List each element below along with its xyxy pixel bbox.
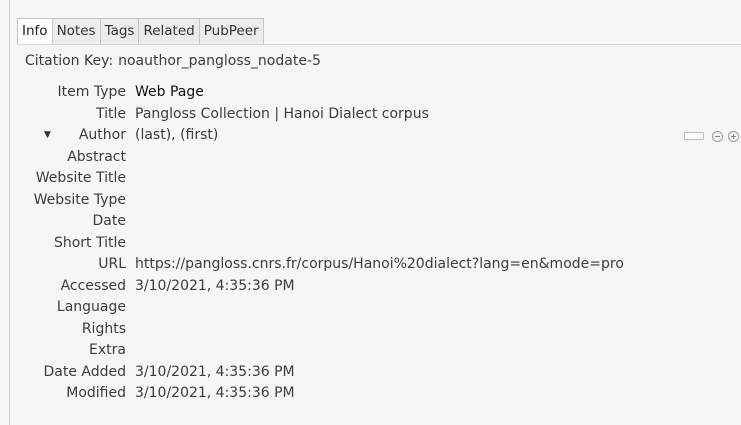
tab-tags[interactable]: Tags	[100, 19, 140, 45]
field-label-rights: Rights	[81, 320, 126, 337]
field-row-modified: Modified 3/10/2021, 4:35:36 PM	[0, 383, 741, 405]
field-label-item-type: Item Type	[57, 84, 126, 100]
field-label-language: Language	[56, 299, 126, 315]
creator-type-chevron-icon[interactable]: ▼	[44, 125, 51, 147]
accessed-field[interactable]: 3/10/2021, 4:35:36 PM	[135, 276, 295, 298]
field-row-website-title: Website Title	[0, 168, 741, 190]
item-pane: Info Notes Tags Related PubPeer Citation…	[0, 0, 741, 425]
switch-icon[interactable]	[684, 132, 704, 140]
item-tabs: Info Notes Tags Related PubPeer	[17, 18, 264, 45]
field-label-title: Title	[95, 105, 126, 122]
field-label-accessed: Accessed	[60, 277, 126, 294]
minus-circle-icon[interactable]	[712, 130, 723, 142]
field-label-short-title: Short Title	[53, 234, 126, 251]
field-row-url: URL https://pangloss.cnrs.fr/corpus/Hano…	[0, 254, 741, 276]
field-row-extra: Extra	[0, 340, 741, 362]
date-added-value: 3/10/2021, 4:35:36 PM	[135, 363, 295, 380]
field-row-date: Date	[0, 211, 741, 233]
field-label-abstract: Abstract	[67, 148, 126, 165]
field-row-author: ▼ Author (last), (first)	[0, 125, 741, 147]
item-type-select[interactable]: Web Page	[135, 82, 204, 104]
field-label-url[interactable]: URL	[98, 254, 126, 276]
tab-info[interactable]: Info	[18, 19, 53, 45]
citation-key-label: Citation Key:	[25, 53, 114, 69]
field-row-date-added: Date Added 3/10/2021, 4:35:36 PM	[0, 362, 741, 384]
citation-key-row: Citation Key: noauthor_pangloss_nodate-5	[25, 51, 321, 71]
field-label-website-type: Website Type	[33, 191, 126, 208]
field-label-website-title: Website Title	[35, 170, 126, 186]
tab-divider	[17, 44, 741, 45]
field-label-date-added: Date Added	[43, 363, 126, 380]
tab-pubpeer[interactable]: PubPeer	[199, 19, 263, 45]
tab-related[interactable]: Related	[139, 19, 200, 45]
url-field[interactable]: https://pangloss.cnrs.fr/corpus/Hanoi%20…	[135, 254, 624, 276]
author-name-field[interactable]: (last), (first)	[135, 125, 218, 147]
field-label-extra: Extra	[89, 342, 126, 358]
field-row-accessed: Accessed 3/10/2021, 4:35:36 PM	[0, 276, 741, 298]
tab-notes[interactable]: Notes	[52, 19, 101, 45]
field-row-item-type: Item Type Web Page	[0, 82, 741, 104]
field-label-modified: Modified	[66, 385, 126, 401]
citation-key-value[interactable]: noauthor_pangloss_nodate-5	[118, 53, 321, 69]
field-row-website-type: Website Type	[0, 190, 741, 212]
title-field[interactable]: Pangloss Collection | Hanoi Dialect corp…	[135, 104, 429, 126]
field-row-short-title: Short Title	[0, 233, 741, 255]
field-label-date: Date	[92, 213, 126, 229]
field-row-title: Title Pangloss Collection | Hanoi Dialec…	[0, 104, 741, 126]
modified-value: 3/10/2021, 4:35:36 PM	[135, 385, 295, 401]
field-row-abstract: Abstract	[0, 147, 741, 169]
plus-circle-icon[interactable]	[728, 130, 739, 142]
creator-controls	[684, 129, 739, 143]
item-fields: Item Type Web Page Title Pangloss Collec…	[0, 82, 741, 405]
field-row-language: Language	[0, 297, 741, 319]
field-row-rights: Rights	[0, 319, 741, 341]
creator-type-label[interactable]: Author	[79, 125, 126, 147]
